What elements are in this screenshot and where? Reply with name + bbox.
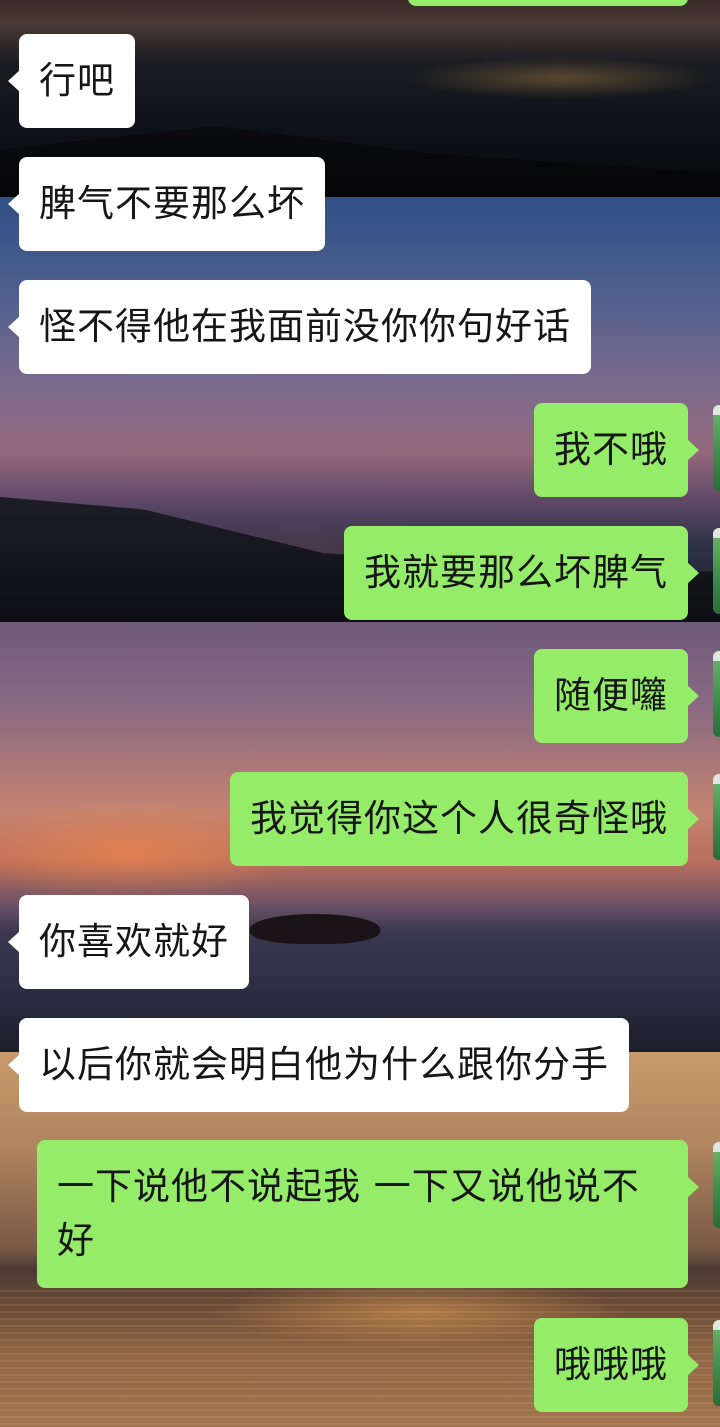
message-bubble-sent[interactable]: 随便囖 [534,649,699,743]
avatar[interactable] [713,405,720,491]
message-bubble-sent[interactable]: 我就要那么坏脾气 [344,526,699,620]
avatar[interactable] [713,1142,720,1228]
message-bubble-sent[interactable]: 我觉得你这个人很奇怪哦 [230,772,699,866]
avatar[interactable] [713,1320,720,1406]
message-bubble-received[interactable]: 以后你就会明白他为什么跟你分手 [8,1018,629,1112]
message-bubble-received[interactable]: 怪不得他在我面前没你你句好话 [8,280,591,374]
message-bubble-sent[interactable]: 一下说他不说起我 一下又说他说不好 [37,1140,699,1288]
avatar[interactable] [713,528,720,614]
message-bubble-sent[interactable] [408,0,688,6]
avatar[interactable] [713,774,720,860]
avatar[interactable] [713,651,720,737]
message-bubble-sent[interactable]: 我不哦 [534,403,699,497]
message-bubble-sent[interactable]: 哦哦哦 [534,1318,699,1412]
rock-silhouette [250,914,380,944]
message-bubble-received[interactable]: 你喜欢就好 [8,895,249,989]
message-bubble-received[interactable]: 脾气不要那么坏 [8,157,325,251]
message-bubble-received[interactable]: 行吧 [8,34,135,128]
